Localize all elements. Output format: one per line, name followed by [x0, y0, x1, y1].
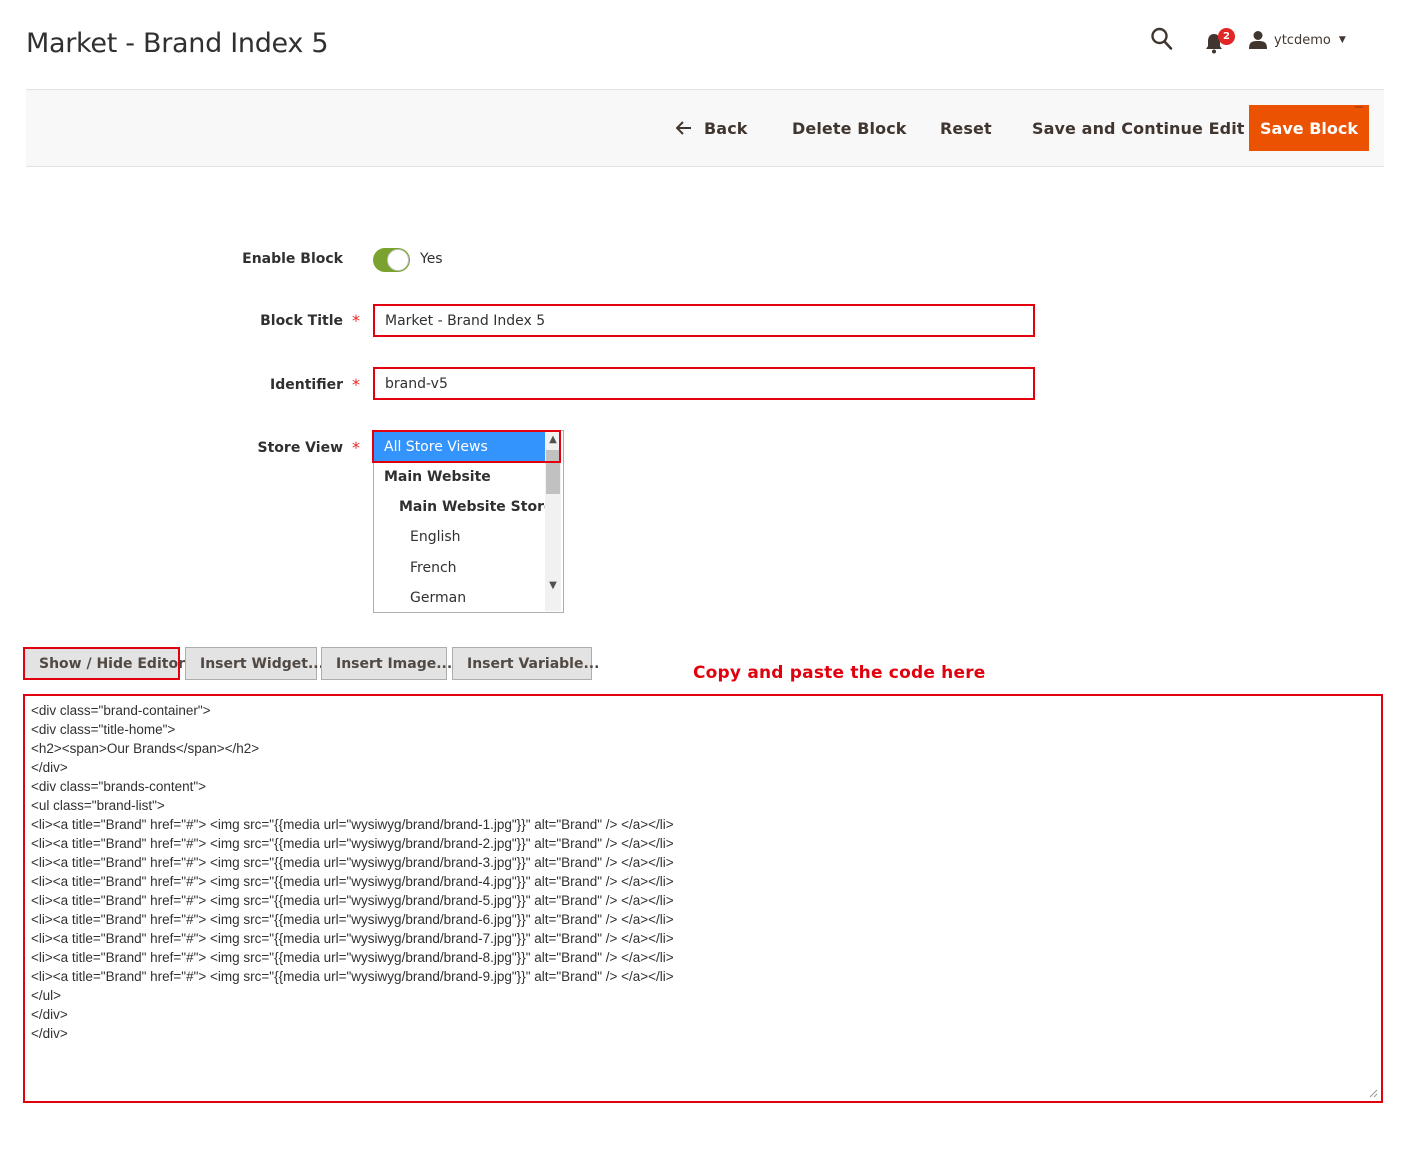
insert-variable-button[interactable]: Insert Variable...	[452, 647, 599, 680]
user-name: ytcdemo	[1274, 32, 1331, 48]
required-asterisk: *	[352, 375, 360, 394]
chevron-up-icon[interactable]: ▲	[545, 432, 561, 448]
save-block-button[interactable]: Save Block	[1249, 105, 1369, 151]
code-line: <h2><span>Our Brands</span></h2>	[31, 741, 260, 756]
identifier-label: Identifier	[270, 377, 343, 393]
code-line: <li><a title="Brand" href="#"> <img src=…	[31, 855, 674, 870]
arrow-left-icon	[676, 121, 691, 135]
code-line: <div class="brand-container">	[31, 703, 211, 718]
show-hide-editor-button[interactable]: Show / Hide Editor	[23, 647, 185, 680]
code-line: <ul class="brand-list">	[31, 798, 165, 813]
save-split-indicator	[1355, 106, 1363, 108]
insert-widget-button[interactable]: Insert Widget...	[185, 647, 324, 680]
notifications-button[interactable]: 2	[1204, 26, 1235, 54]
user-icon	[1249, 31, 1267, 49]
store-option-english[interactable]: English	[374, 522, 545, 552]
multiselect-scrollbar[interactable]: ▲ ▼	[545, 432, 561, 611]
store-option-german[interactable]: German	[374, 583, 545, 612]
code-line: <li><a title="Brand" href="#"> <img src=…	[31, 912, 674, 927]
toggle-knob	[387, 249, 409, 271]
block-title-label: Block Title	[260, 313, 343, 329]
back-label: Back	[704, 118, 748, 138]
store-option-french[interactable]: French	[374, 553, 545, 583]
page-actions-bar: Back Delete Block Reset Save and Continu…	[26, 89, 1384, 167]
enable-block-label: Enable Block	[242, 251, 343, 267]
code-line: <div class="title-home">	[31, 722, 176, 737]
code-line: </div>	[31, 1026, 68, 1041]
save-and-continue-button[interactable]: Save and Continue Edit	[1032, 116, 1245, 140]
code-line: </ul>	[31, 988, 62, 1003]
code-content: <div class="brand-container"> <div class=…	[31, 701, 1375, 1043]
store-option-all[interactable]: All Store Views	[374, 432, 545, 462]
code-line: <li><a title="Brand" href="#"> <img src=…	[31, 817, 674, 832]
chevron-down-icon[interactable]: ▼	[545, 578, 561, 594]
code-line: </div>	[31, 760, 68, 775]
code-line: <li><a title="Brand" href="#"> <img src=…	[31, 950, 674, 965]
delete-block-button[interactable]: Delete Block	[792, 116, 907, 140]
resize-grip-icon[interactable]	[1369, 1089, 1378, 1098]
content-textarea[interactable]: <div class="brand-container"> <div class=…	[23, 694, 1383, 1103]
code-line: <li><a title="Brand" href="#"> <img src=…	[31, 931, 674, 946]
block-title-input[interactable]	[373, 304, 1035, 337]
store-view-label: Store View	[257, 440, 343, 456]
store-option-group-website: Main Website	[384, 469, 491, 485]
code-line: <div class="brands-content">	[31, 779, 207, 794]
identifier-input[interactable]	[373, 367, 1035, 400]
chevron-down-icon: ▼	[1338, 35, 1346, 45]
code-line: </div>	[31, 1007, 68, 1022]
user-menu[interactable]: ytcdemo ▼	[1248, 26, 1346, 54]
page-title: Market - Brand Index 5	[26, 28, 329, 59]
required-asterisk: *	[352, 438, 360, 457]
search-button[interactable]	[1150, 26, 1176, 54]
code-line: <li><a title="Brand" href="#"> <img src=…	[31, 874, 674, 889]
reset-button[interactable]: Reset	[940, 116, 992, 140]
required-asterisk: *	[352, 311, 360, 330]
code-line: <li><a title="Brand" href="#"> <img src=…	[31, 893, 674, 908]
store-option-group-store: Main Website Store	[399, 499, 554, 515]
code-line: <li><a title="Brand" href="#"> <img src=…	[31, 836, 674, 851]
enable-block-value: Yes	[420, 251, 443, 267]
back-button[interactable]: Back	[676, 116, 748, 140]
code-line: <li><a title="Brand" href="#"> <img src=…	[31, 969, 674, 984]
instruction-note: Copy and paste the code here	[693, 663, 986, 683]
scrollbar-thumb[interactable]	[546, 450, 560, 494]
insert-image-button[interactable]: Insert Image...	[321, 647, 452, 680]
enable-block-toggle[interactable]	[373, 248, 410, 272]
notifications-badge: 2	[1218, 28, 1235, 45]
store-view-multiselect[interactable]: All Store Views Main Website Main Websit…	[373, 430, 564, 613]
search-icon	[1151, 27, 1173, 50]
